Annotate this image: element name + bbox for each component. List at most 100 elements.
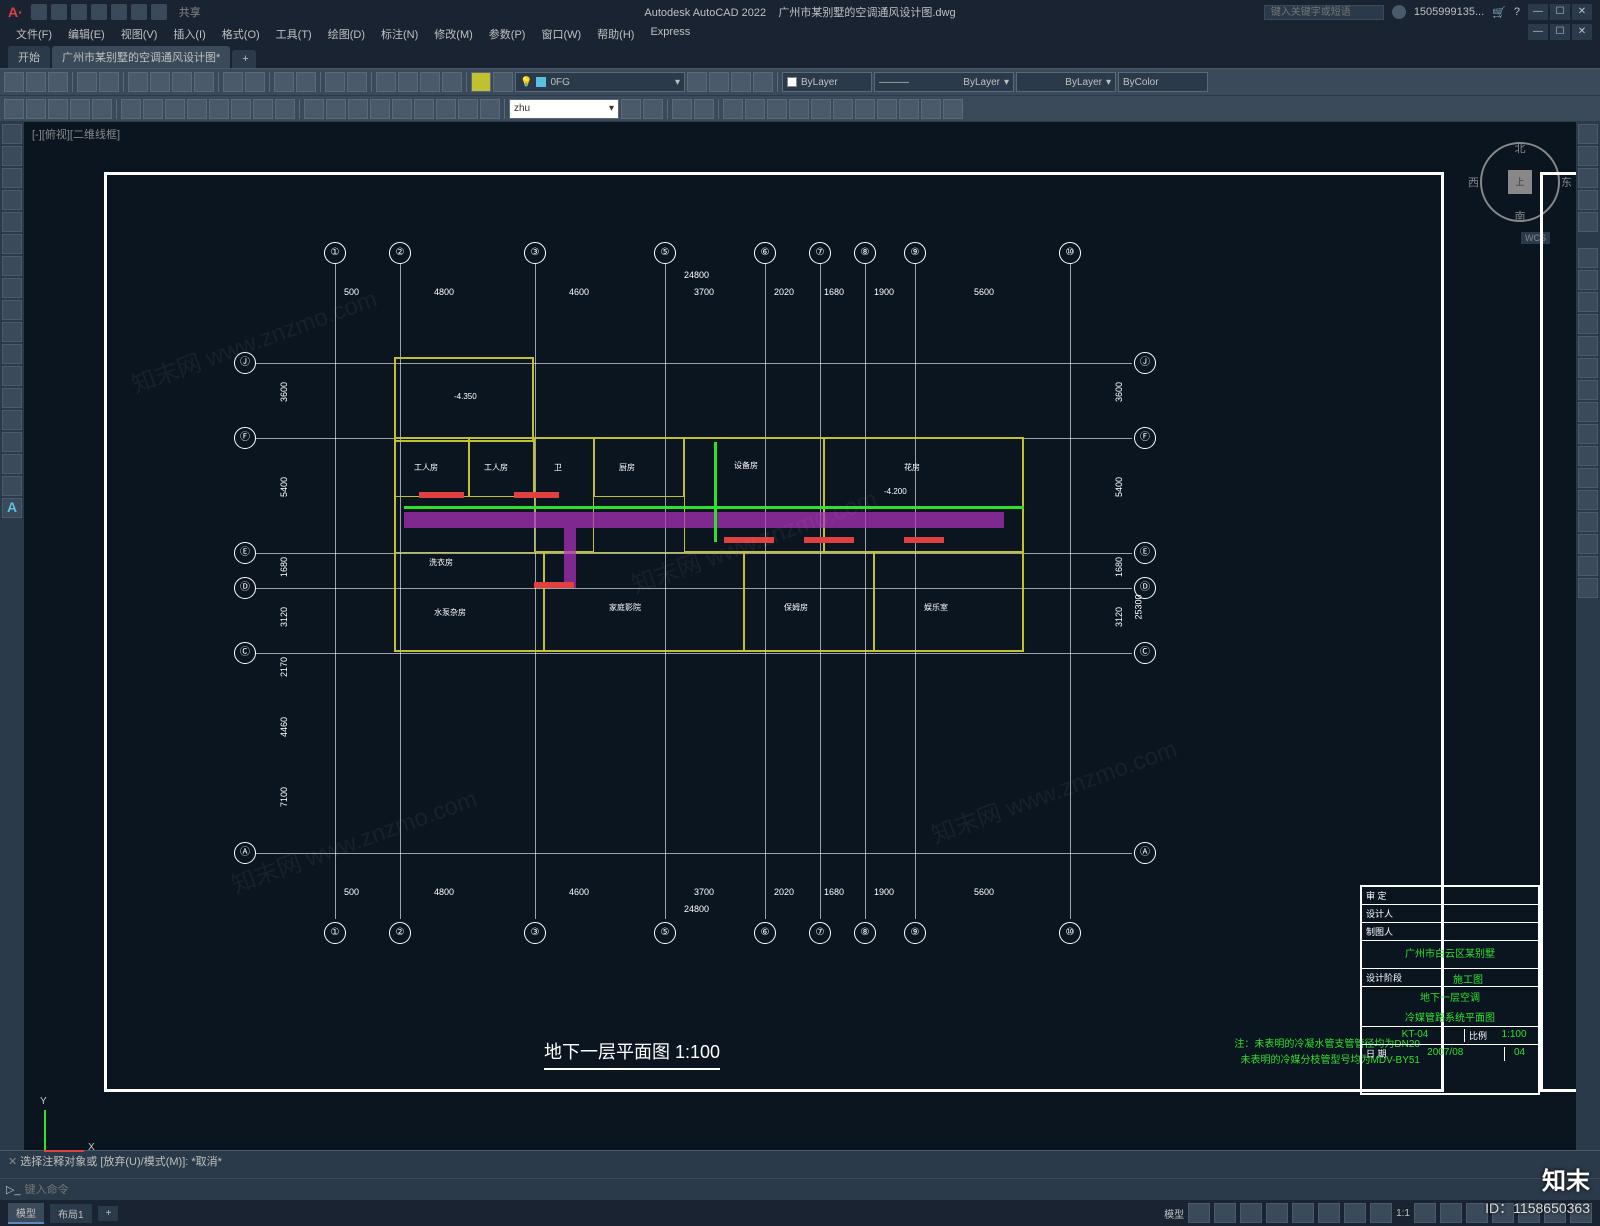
tab-new-button[interactable]: + [232,50,256,68]
ortho-toggle-icon[interactable] [1240,1203,1262,1223]
menu-help[interactable]: 帮助(H) [589,24,642,44]
copy-icon[interactable] [150,72,170,92]
menu-modify[interactable]: 修改(M) [426,24,481,44]
dim-continue-icon[interactable] [231,99,251,119]
rotate-icon[interactable] [348,99,368,119]
mtext-icon[interactable] [643,99,663,119]
qat-redo-icon[interactable] [151,4,167,20]
menu-format[interactable]: 格式(O) [214,24,268,44]
grid-toggle-icon[interactable] [1188,1203,1210,1223]
qat-open-icon[interactable] [51,4,67,20]
tool4-icon[interactable] [789,99,809,119]
hatch-tool-icon[interactable] [2,410,22,430]
text-icon[interactable] [621,99,641,119]
help-icon[interactable]: ? [1514,6,1520,18]
layer-iso-icon[interactable] [687,72,707,92]
menu-draw[interactable]: 绘图(D) [320,24,373,44]
lwt-toggle-icon[interactable] [1344,1203,1366,1223]
point-tool-icon[interactable] [2,388,22,408]
doc-maximize-button[interactable]: ☐ [1550,24,1570,40]
copy2-icon[interactable] [326,99,346,119]
offset-icon[interactable] [414,99,434,119]
circle-tool-icon[interactable] [2,256,22,276]
explode-icon[interactable] [1578,578,1598,598]
pline-tool-icon[interactable] [2,168,22,188]
search-input[interactable] [1264,5,1384,20]
sun-icon[interactable] [471,72,491,92]
cut-icon[interactable] [128,72,148,92]
rect-tool-icon[interactable] [2,212,22,232]
menu-view[interactable]: 视图(V) [113,24,166,44]
xline-tool-icon[interactable] [2,146,22,166]
dim-linear-icon[interactable] [121,99,141,119]
compass-north[interactable]: 北 [1515,140,1526,156]
extend-icon[interactable] [458,99,478,119]
xref-icon[interactable] [398,72,418,92]
maximize-button[interactable]: ☐ [1550,4,1570,20]
dim-aligned-icon[interactable] [143,99,163,119]
match-icon[interactable] [194,72,214,92]
menu-window[interactable]: 窗口(W) [533,24,589,44]
osnap-toggle-icon[interactable] [1292,1203,1314,1223]
doc-close-button[interactable]: ✕ [1572,24,1592,40]
mtext-tool-icon[interactable]: A [2,498,22,518]
orbit-icon[interactable] [1578,190,1598,210]
move2-icon[interactable] [1578,358,1598,378]
pan-hand-icon[interactable] [1578,146,1598,166]
tool3-icon[interactable] [767,99,787,119]
scale-display[interactable]: 1:1 [1396,1208,1410,1219]
cube-top-face[interactable]: 上 [1508,170,1532,194]
anno-scale-icon[interactable] [1414,1203,1436,1223]
block-icon[interactable] [376,72,396,92]
layer-off-icon[interactable] [709,72,729,92]
arc-icon[interactable] [48,99,68,119]
command-input[interactable] [25,1184,1594,1196]
tool6-icon[interactable] [833,99,853,119]
transparency-toggle-icon[interactable] [1370,1203,1392,1223]
spline-tool-icon[interactable] [2,300,22,320]
mirror-icon[interactable] [392,99,412,119]
layout-tab[interactable]: 布局1 [50,1204,92,1223]
qat-save-icon[interactable] [71,4,87,20]
user-icon[interactable] [1392,5,1406,19]
lineweight-dropdown[interactable]: ByLayer ▾ [1016,72,1116,92]
layer-dropdown[interactable]: 💡 0FG ▾ [515,72,685,92]
menu-dim[interactable]: 标注(N) [373,24,426,44]
line-tool-icon[interactable] [2,124,22,144]
tool2-icon[interactable] [745,99,765,119]
tab-document[interactable]: 广州市某别墅的空调通风设计图* [52,46,230,68]
menu-tools[interactable]: 工具(T) [268,24,320,44]
move-icon[interactable] [304,99,324,119]
paste-icon[interactable] [172,72,192,92]
preview-icon[interactable] [99,72,119,92]
tool10-icon[interactable] [921,99,941,119]
dim-diameter-icon[interactable] [209,99,229,119]
offset2-icon[interactable] [1578,314,1598,334]
linetype-dropdown[interactable]: ——— ByLayer ▾ [874,72,1014,92]
color-dropdown[interactable]: ByLayer [782,72,872,92]
qat-new-icon[interactable] [31,4,47,20]
model-label[interactable]: 模型 [1164,1206,1184,1221]
open-icon[interactable] [26,72,46,92]
scale-icon[interactable] [370,99,390,119]
fillet-icon[interactable] [480,99,500,119]
cart-icon[interactable]: 🛒 [1492,6,1506,19]
user-name[interactable]: 1505999135... [1414,6,1484,18]
tool7-icon[interactable] [855,99,875,119]
menu-file[interactable]: 文件(F) [8,24,60,44]
doc-minimize-button[interactable]: — [1528,24,1548,40]
polar-toggle-icon[interactable] [1266,1203,1288,1223]
mirror2-icon[interactable] [1578,292,1598,312]
revcloud-tool-icon[interactable] [2,278,22,298]
plotstyle-dropdown[interactable]: ByColor [1118,72,1208,92]
render-icon[interactable] [493,72,513,92]
trim2-icon[interactable] [1578,446,1598,466]
tool1-icon[interactable] [723,99,743,119]
dim-radius-icon[interactable] [187,99,207,119]
tool11-icon[interactable] [943,99,963,119]
layer-props-icon[interactable] [325,72,345,92]
array-icon[interactable] [1578,336,1598,356]
new-icon[interactable] [4,72,24,92]
view-label[interactable]: [-][俯视][二维线框] [32,126,120,142]
arc-tool-icon[interactable] [2,234,22,254]
